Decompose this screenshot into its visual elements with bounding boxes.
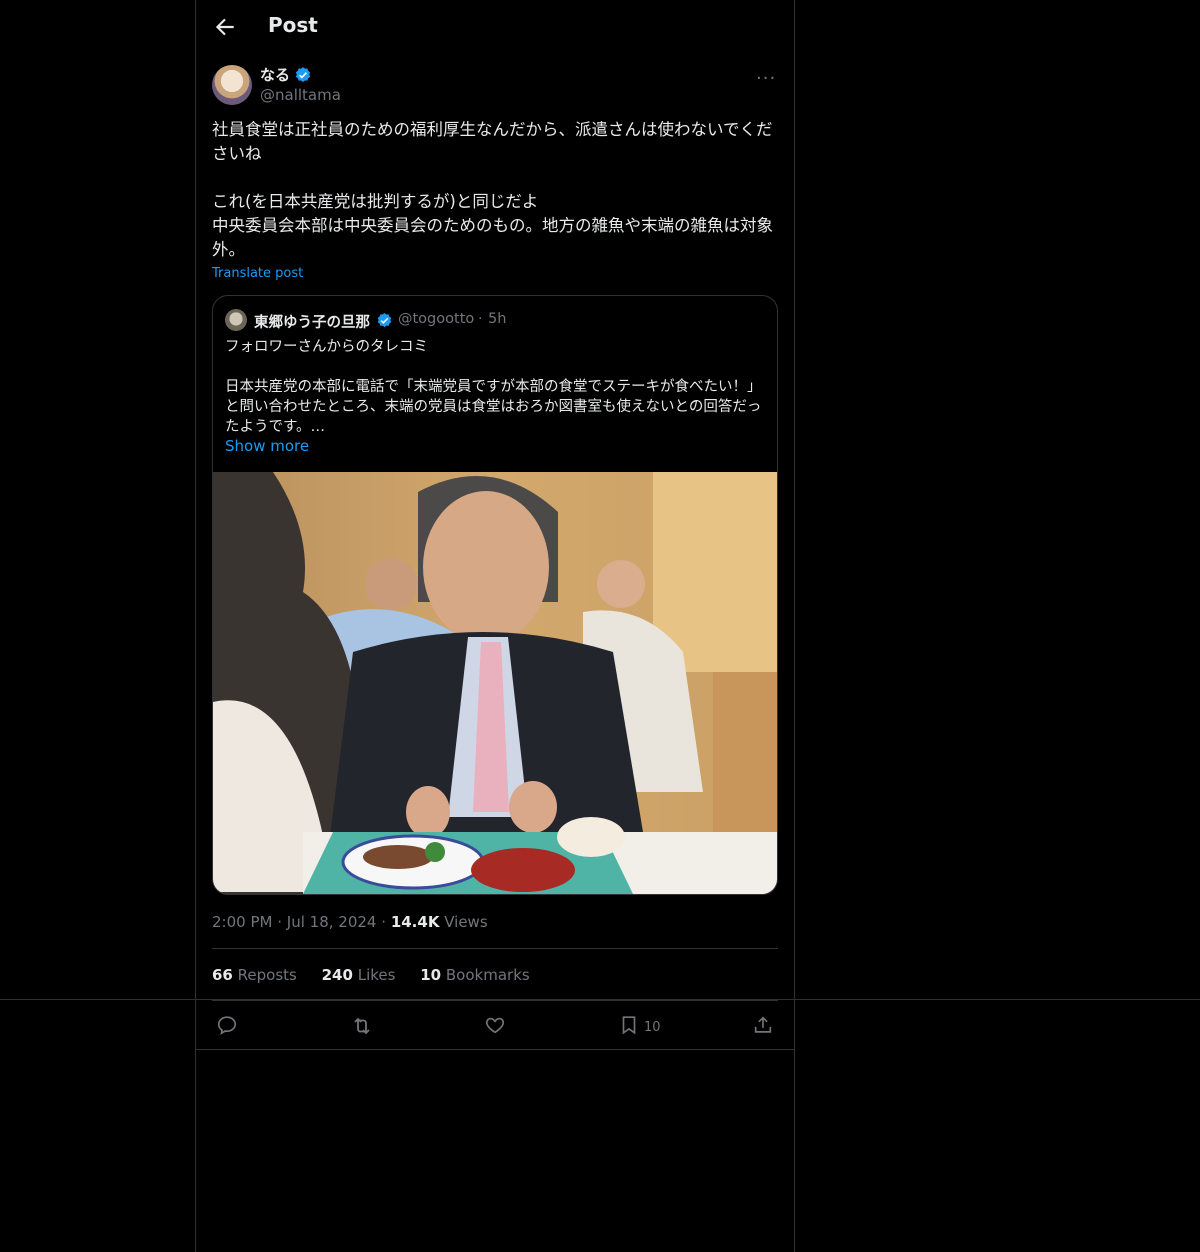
show-more-link[interactable]: Show more xyxy=(225,437,309,455)
header: Post xyxy=(196,0,794,54)
reposts-stat[interactable]: 66 Reposts xyxy=(212,966,297,984)
reposts-label: Reposts xyxy=(237,966,297,984)
quoted-post[interactable]: 東郷ゆう子の旦那 @togootto · 5h フォロワーさんからのタレコミ 日… xyxy=(212,295,778,895)
engagement-stats: 66 Reposts 240 Likes 10 Bookmarks xyxy=(212,966,550,984)
main-column: Post なる @nalltama ··· 社員食堂は正社員のための福利厚生なん… xyxy=(195,0,795,1252)
bookmark-count: 10 xyxy=(644,1020,661,1035)
divider xyxy=(212,948,778,949)
avatar[interactable] xyxy=(212,65,252,105)
separator-dot: · xyxy=(277,913,283,931)
post-meta: 2:00 PM · Jul 18, 2024 · 14.4K Views xyxy=(212,913,488,931)
action-bar: 10 xyxy=(196,1010,794,1046)
divider xyxy=(212,1000,778,1001)
reposts-count: 66 xyxy=(212,966,233,984)
separator-dot: · xyxy=(381,913,387,931)
quote-text: フォロワーさんからのタレコミ 日本共産党の本部に電話で「末端党員ですが本部の食堂… xyxy=(225,339,762,435)
quote-author-handle: @togootto xyxy=(398,311,475,327)
post-date[interactable]: Jul 18, 2024 xyxy=(287,913,377,931)
bookmarks-count: 10 xyxy=(420,966,442,984)
likes-label: Likes xyxy=(357,966,396,984)
quote-avatar xyxy=(225,309,247,331)
divider xyxy=(196,1049,794,1050)
back-arrow-icon[interactable] xyxy=(212,14,238,40)
quote-author-name: 東郷ゆう子の旦那 xyxy=(254,315,370,331)
quote-timestamp: 5h xyxy=(488,311,507,327)
repost-icon[interactable] xyxy=(350,1014,374,1038)
divider xyxy=(0,999,1200,1000)
views-count: 14.4K xyxy=(390,913,440,931)
page-title: Post xyxy=(268,13,318,37)
more-icon[interactable]: ··· xyxy=(756,68,780,89)
like-icon[interactable] xyxy=(484,1014,508,1038)
post-text: 社員食堂は正社員のための福利厚生なんだから、派遣さんは使わないでくださいね これ… xyxy=(212,120,773,259)
verified-badge-icon xyxy=(294,66,312,84)
bookmarks-stat[interactable]: 10 Bookmarks xyxy=(420,966,529,984)
likes-count: 240 xyxy=(321,966,353,984)
separator-dot: · xyxy=(478,311,483,327)
quote-photo[interactable] xyxy=(213,472,777,894)
verified-badge-icon xyxy=(376,312,393,329)
post-time[interactable]: 2:00 PM xyxy=(212,913,272,931)
reply-icon[interactable] xyxy=(216,1014,240,1038)
views-label: Views xyxy=(444,913,488,931)
translate-link[interactable]: Translate post xyxy=(212,266,303,281)
share-icon[interactable] xyxy=(752,1014,776,1038)
author-handle[interactable]: @nalltama xyxy=(260,86,341,104)
author-name[interactable]: なる xyxy=(260,64,290,85)
bookmark-icon[interactable] xyxy=(618,1014,642,1038)
bookmarks-label: Bookmarks xyxy=(445,966,530,984)
likes-stat[interactable]: 240 Likes xyxy=(322,966,396,984)
